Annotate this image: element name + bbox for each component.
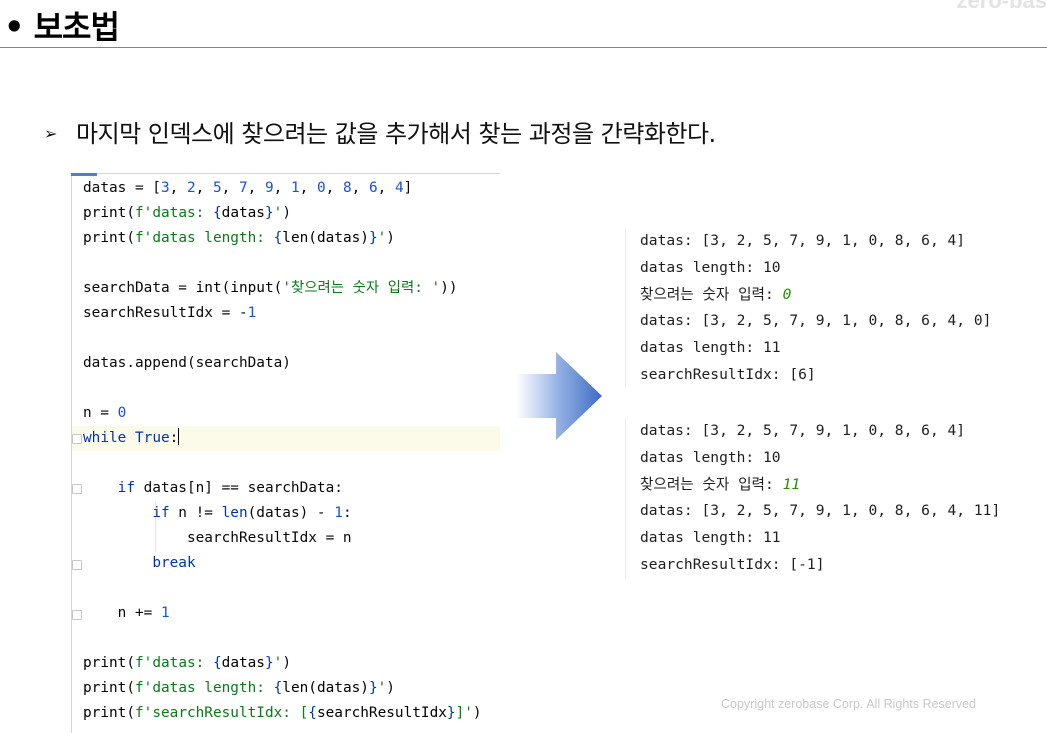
output-text: datas: [3, 2, 5, 7, 9, 1, 0, 8, 6, 4] — [640, 422, 966, 439]
subtitle-text: 마지막 인덱스에 찾으려는 값을 추가해서 찾는 과정을 간략화한다. — [76, 120, 716, 148]
code-line[interactable]: searchResultIdx = -1 — [83, 301, 256, 326]
subtitle: ➢ 마지막 인덱스에 찾으려는 값을 추가해서 찾는 과정을 간략화한다. — [44, 114, 716, 149]
code-line[interactable]: searchData = int(input('찾으려는 숫자 입력: ')) — [83, 276, 458, 301]
output-line: searchResultIdx: [6] — [640, 362, 991, 389]
output-line: datas length: 11 — [640, 525, 1000, 552]
output-text: searchResultIdx: [-1] — [640, 555, 825, 573]
title-divider — [0, 47, 1047, 48]
code-editor[interactable]: datas = [3, 2, 5, 7, 9, 1, 0, 8, 6, 4] pr… — [71, 173, 500, 733]
output-line: datas: [3, 2, 5, 7, 9, 1, 0, 8, 6, 4] — [640, 228, 991, 255]
output-text: datas length: 11 — [640, 339, 781, 357]
output-frame-2 — [625, 418, 626, 578]
editor-left-border — [71, 173, 72, 733]
code-line[interactable]: print(f'datas length: {len(datas)}') — [83, 676, 395, 701]
code-line[interactable]: print(f'datas: {datas}') — [83, 201, 291, 226]
output-line: datas: [3, 2, 5, 7, 9, 1, 0, 8, 6, 4, 11… — [640, 498, 1000, 525]
user-input-value: 11 — [782, 475, 801, 493]
code-line[interactable]: datas = [3, 2, 5, 7, 9, 1, 0, 8, 6, 4] — [83, 176, 412, 201]
output-line: 찾으려는 숫자 입력: 0 — [640, 282, 991, 309]
output-line: 찾으려는 숫자 입력: 11 — [640, 472, 1000, 499]
fold-marker-icon[interactable] — [72, 434, 82, 444]
code-line[interactable]: if datas[n] == searchData: — [83, 476, 343, 501]
output-text: 찾으려는 숫자 입력: — [640, 475, 783, 493]
brand-watermark: zero-bas — [956, 0, 1047, 13]
page-title: • 보초법 — [4, 8, 120, 46]
output-text: 찾으려는 숫자 입력: — [640, 285, 783, 303]
output-line: datas length: 10 — [640, 445, 1000, 472]
output-text: datas length: 11 — [640, 529, 781, 547]
subtitle-bullet-icon: ➢ — [44, 124, 57, 143]
code-line[interactable]: print(f'datas: {datas}') — [83, 651, 291, 676]
user-input-value: 0 — [782, 285, 792, 303]
code-line[interactable]: while True: — [83, 426, 180, 451]
output-text: datas length: 10 — [640, 258, 781, 276]
output-line: datas: [3, 2, 5, 7, 9, 1, 0, 8, 6, 4, 0] — [640, 308, 991, 335]
code-line[interactable]: n += 1 — [83, 601, 170, 626]
output-line: searchResultIdx: [-1] — [640, 552, 1000, 579]
fold-marker-icon[interactable] — [72, 560, 82, 570]
output-text: datas length: 10 — [640, 448, 781, 466]
code-line[interactable]: break — [83, 551, 195, 576]
code-line[interactable]: n = 0 — [83, 401, 126, 426]
fold-marker-icon[interactable] — [72, 610, 82, 620]
output-text: datas: [3, 2, 5, 7, 9, 1, 0, 8, 6, 4] — [640, 232, 966, 249]
output-text: datas: [3, 2, 5, 7, 9, 1, 0, 8, 6, 4, 11… — [640, 502, 1001, 520]
code-line[interactable]: datas.append(searchData) — [83, 351, 291, 376]
run-output-1: datas: [3, 2, 5, 7, 9, 1, 0, 8, 6, 4] dat… — [640, 228, 991, 389]
text-cursor — [178, 428, 180, 445]
run-output-2: datas: [3, 2, 5, 7, 9, 1, 0, 8, 6, 4] dat… — [640, 418, 1000, 579]
output-frame-1 — [625, 228, 626, 388]
output-text: searchResultIdx: [6] — [640, 365, 816, 383]
code-line[interactable]: if n != len(datas) - 1: — [83, 501, 351, 526]
output-line: datas length: 10 — [640, 255, 991, 282]
code-line[interactable]: print(f'datas length: {len(datas)}') — [83, 226, 395, 251]
output-line: datas: [3, 2, 5, 7, 9, 1, 0, 8, 6, 4] — [640, 418, 1000, 445]
copyright-text: Copyright zerobase Corp. All Rights Rese… — [721, 697, 976, 711]
code-line[interactable]: searchResultIdx = n — [83, 526, 352, 551]
output-line: datas length: 11 — [640, 335, 991, 362]
editor-top-border — [71, 173, 500, 174]
code-line[interactable]: print(f'searchResultIdx: [{searchResultI… — [83, 701, 482, 726]
right-arrow-icon — [516, 352, 602, 440]
fold-marker-icon[interactable] — [72, 484, 82, 494]
output-text: datas: [3, 2, 5, 7, 9, 1, 0, 8, 6, 4, 0] — [640, 312, 992, 330]
